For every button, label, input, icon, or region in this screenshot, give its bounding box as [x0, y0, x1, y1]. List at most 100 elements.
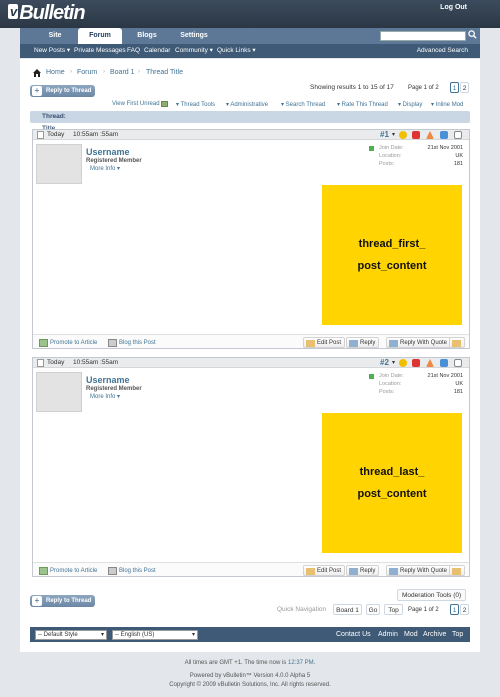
avatar[interactable]	[36, 144, 82, 184]
view-first-unread-link[interactable]: View First Unread	[112, 101, 160, 107]
online-status-icon	[369, 146, 374, 151]
top-link[interactable]: Top	[452, 630, 463, 640]
archive-link[interactable]: Archive	[423, 630, 446, 640]
home-icon[interactable]	[33, 69, 41, 77]
display-menu[interactable]: ▾ Display	[398, 101, 422, 108]
tab-forum[interactable]: Forum	[78, 28, 122, 44]
rate-thread-menu[interactable]: ▾ Rate This Thread	[337, 101, 388, 108]
breadcrumb-home[interactable]: Home	[46, 69, 65, 76]
moderation-tools-button[interactable]: Moderation Tools (0)	[397, 589, 467, 601]
more-info-link[interactable]: More Info ▾	[90, 165, 120, 172]
search-input[interactable]	[380, 31, 466, 41]
warning-icon[interactable]	[399, 359, 407, 367]
advanced-search-link[interactable]: Advanced Search	[417, 44, 468, 58]
report-icon[interactable]	[426, 359, 434, 367]
select-post-checkbox[interactable]	[454, 131, 462, 139]
infraction-icon[interactable]	[412, 359, 420, 367]
quick-nav-board-button[interactable]: Board 1	[333, 604, 362, 615]
blog-this-post-button[interactable]: Blog this Post	[108, 566, 156, 576]
post-2: Today 10:55am :55am #2 ▾ Username Regist…	[32, 357, 470, 577]
tab-blogs[interactable]: Blogs	[128, 28, 166, 44]
post-icon	[37, 131, 44, 139]
reply-icon	[349, 340, 358, 347]
page-2-button-bottom[interactable]: 2	[460, 604, 469, 615]
chevron-down-icon[interactable]: ▾	[392, 131, 395, 138]
multi-quote-button[interactable]	[449, 565, 465, 576]
location-value: UK	[455, 381, 463, 387]
breadcrumb-board[interactable]: Board 1	[110, 69, 135, 76]
promote-icon	[39, 339, 48, 347]
page-1-button-bottom[interactable]: 1	[450, 604, 459, 615]
page-of-label: Page 1 of 2	[408, 85, 439, 91]
select-post-checkbox[interactable]	[454, 359, 462, 367]
report-icon[interactable]	[426, 131, 434, 139]
promote-to-article-button[interactable]: Promote to Article	[39, 338, 97, 348]
promote-to-article-button[interactable]: Promote to Article	[39, 566, 97, 576]
search-thread-menu[interactable]: ▾ Search Thread	[281, 101, 325, 108]
logout-link[interactable]: Log Out	[440, 4, 467, 11]
username-link[interactable]: Username	[86, 147, 130, 157]
powered-by-text: Powered by vBulletin™ Version 4.0.0 Alph…	[189, 673, 311, 679]
page-2-button[interactable]: 2	[460, 82, 469, 93]
subnav-private-messages[interactable]: Private Messages	[74, 44, 126, 58]
tab-site[interactable]: Site	[38, 28, 72, 44]
inline-mod-menu[interactable]: ▾ Inline Mod	[431, 101, 463, 108]
post-header: Today 10:55am :55am #2 ▾	[33, 358, 469, 368]
sub-navigation: New Posts ▾ Private Messages FAQ Calenda…	[20, 44, 480, 58]
reply-button[interactable]: Reply	[346, 565, 380, 576]
edit-post-button[interactable]: Edit Post	[303, 565, 346, 576]
copyright-text: Copyright © 2009 vBulletin Solutions, In…	[169, 682, 331, 688]
page-1-button[interactable]: 1	[450, 82, 459, 93]
post-1: Today 10:55am :55am #1 ▾ Username Regist…	[32, 129, 470, 349]
subnav-community[interactable]: Community ▾	[175, 44, 213, 58]
subnav-quick-links[interactable]: Quick Links ▾	[217, 44, 256, 58]
quick-nav-top-button[interactable]: Top	[384, 604, 403, 615]
more-info-link[interactable]: More Info ▾	[90, 393, 120, 400]
blog-this-post-button[interactable]: Blog this Post	[108, 338, 156, 348]
quote-icon	[389, 568, 398, 575]
reply-button[interactable]: Reply	[346, 337, 380, 348]
subnav-calendar[interactable]: Calendar	[144, 44, 170, 58]
ip-icon[interactable]	[440, 131, 448, 139]
username-link[interactable]: Username	[86, 375, 130, 385]
language-select[interactable]: -- English (US) ▾	[112, 630, 198, 640]
post-footer: Promote to Article Blog this Post Edit P…	[33, 562, 469, 576]
chevron-down-icon[interactable]: ▾	[392, 359, 395, 366]
user-title: Registered Member	[86, 386, 142, 392]
logo[interactable]: v Bulletin	[8, 2, 86, 25]
thread-tools-menu[interactable]: ▾ Thread Tools	[176, 101, 215, 108]
quick-navigation-label: Quick Navigation	[277, 606, 327, 613]
results-count: Showing results 1 to 15 of 17	[310, 84, 394, 91]
plus-icon: +	[32, 86, 42, 96]
warning-icon[interactable]	[399, 131, 407, 139]
reply-to-thread-button-top[interactable]: + Reply to Thread	[30, 85, 96, 97]
post-number-link[interactable]: #1	[380, 130, 389, 140]
mod-link[interactable]: Mod	[404, 630, 418, 640]
search-icon[interactable]	[466, 30, 478, 42]
post-icon	[37, 359, 44, 367]
thread-title-bar: Thread: Thread Title	[30, 111, 470, 132]
multi-quote-icon	[452, 568, 461, 575]
style-select[interactable]: -- Default Style ▾	[35, 630, 107, 640]
administrative-menu[interactable]: ▾ Administrative	[226, 101, 268, 108]
reply-with-quote-button[interactable]: Reply With Quote	[386, 565, 452, 576]
edit-post-button[interactable]: Edit Post	[303, 337, 346, 348]
ip-icon[interactable]	[440, 359, 448, 367]
multi-quote-button[interactable]	[449, 337, 465, 348]
reply-to-thread-button-bottom[interactable]: + Reply to Thread	[30, 595, 96, 607]
location-value: UK	[455, 153, 463, 159]
reply-with-quote-button[interactable]: Reply With Quote	[386, 337, 452, 348]
quick-nav-go-button[interactable]: Go	[366, 604, 380, 615]
infraction-icon[interactable]	[412, 131, 420, 139]
admin-link[interactable]: Admin	[378, 630, 398, 640]
breadcrumb-thread[interactable]: Thread Title	[146, 69, 183, 76]
avatar[interactable]	[36, 372, 82, 412]
contact-us-link[interactable]: Contact Us	[336, 630, 371, 640]
page-of-label-bottom: Page 1 of 2	[408, 607, 439, 613]
breadcrumb-forum[interactable]: Forum	[77, 69, 97, 76]
online-status-icon	[369, 374, 374, 379]
tab-settings[interactable]: Settings	[172, 28, 216, 44]
post-number-link[interactable]: #2	[380, 358, 389, 368]
subnav-faq[interactable]: FAQ	[127, 44, 140, 58]
subnav-new-posts[interactable]: New Posts ▾	[34, 44, 70, 58]
